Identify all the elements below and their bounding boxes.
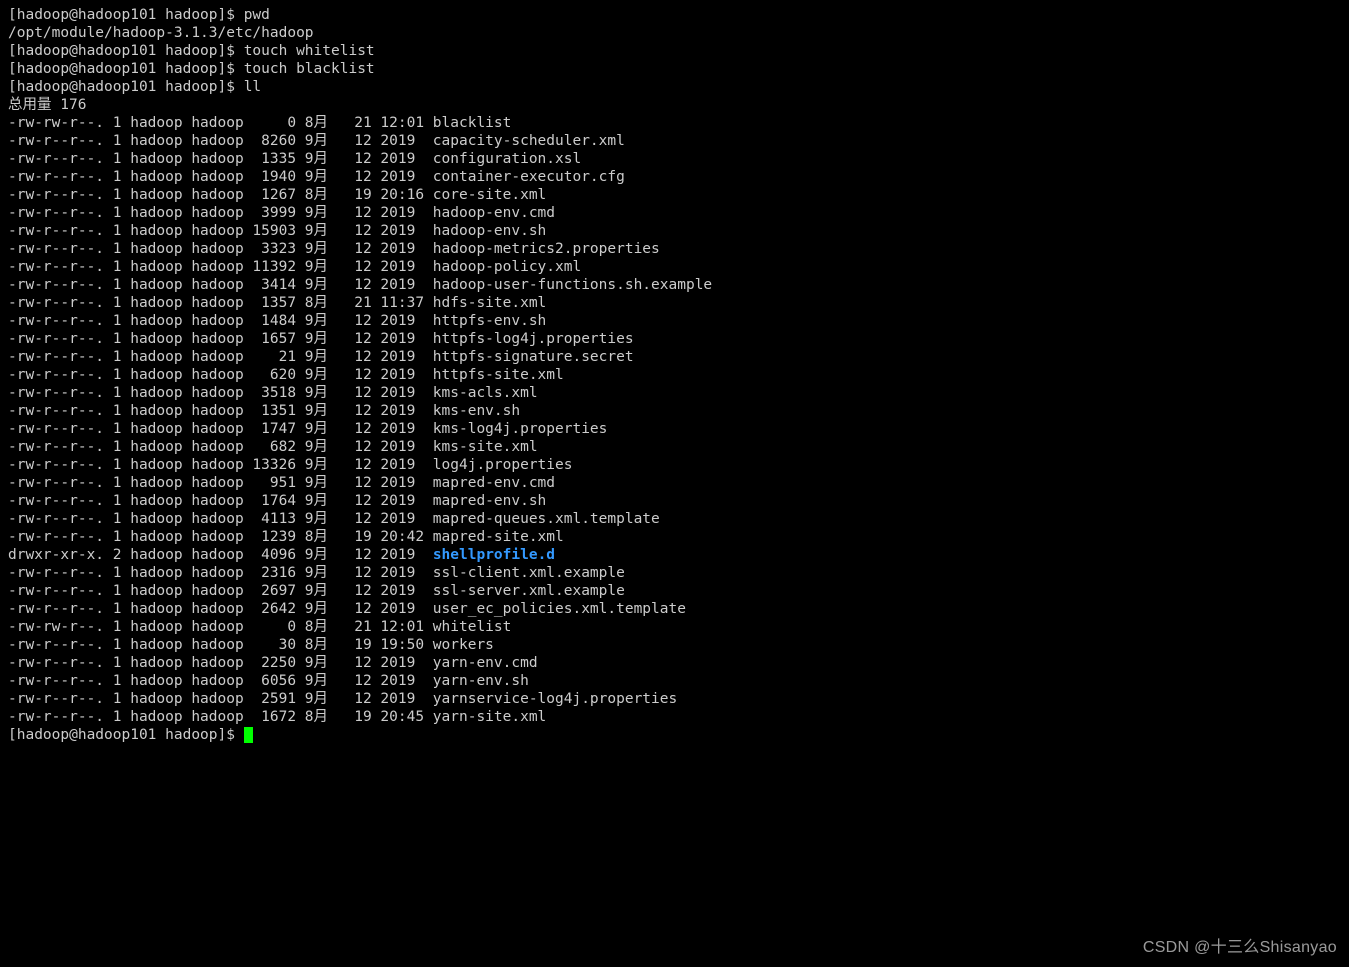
- terminal-line: -rw-r--r--. 1 hadoop hadoop 2591 9月 12 2…: [8, 690, 1341, 708]
- terminal-line: -rw-rw-r--. 1 hadoop hadoop 0 8月 21 12:0…: [8, 114, 1341, 132]
- terminal-line: [hadoop@hadoop101 hadoop]$ ll: [8, 78, 1341, 96]
- directory-name: shellprofile.d: [433, 547, 555, 563]
- terminal-line: -rw-r--r--. 1 hadoop hadoop 1657 9月 12 2…: [8, 330, 1341, 348]
- watermark: CSDN @十三么Shisanyao: [1143, 933, 1337, 957]
- terminal-line: -rw-r--r--. 1 hadoop hadoop 1484 9月 12 2…: [8, 312, 1341, 330]
- terminal-line: -rw-r--r--. 1 hadoop hadoop 1335 9月 12 2…: [8, 150, 1341, 168]
- terminal-line: -rw-r--r--. 1 hadoop hadoop 1747 9月 12 2…: [8, 420, 1341, 438]
- terminal-line: -rw-r--r--. 1 hadoop hadoop 13326 9月 12 …: [8, 456, 1341, 474]
- terminal-line: -rw-r--r--. 1 hadoop hadoop 3518 9月 12 2…: [8, 384, 1341, 402]
- terminal-line: -rw-r--r--. 1 hadoop hadoop 1764 9月 12 2…: [8, 492, 1341, 510]
- terminal-line: -rw-r--r--. 1 hadoop hadoop 1940 9月 12 2…: [8, 168, 1341, 186]
- terminal-line: -rw-r--r--. 1 hadoop hadoop 951 9月 12 20…: [8, 474, 1341, 492]
- terminal-line: -rw-r--r--. 1 hadoop hadoop 21 9月 12 201…: [8, 348, 1341, 366]
- terminal[interactable]: [hadoop@hadoop101 hadoop]$ pwd/opt/modul…: [0, 0, 1349, 750]
- terminal-line: -rw-r--r--. 1 hadoop hadoop 6056 9月 12 2…: [8, 672, 1341, 690]
- cursor: [244, 727, 253, 743]
- terminal-line: 总用量 176: [8, 96, 1341, 114]
- terminal-line: -rw-r--r--. 1 hadoop hadoop 1672 8月 19 2…: [8, 708, 1341, 726]
- terminal-line: [hadoop@hadoop101 hadoop]$ pwd: [8, 6, 1341, 24]
- terminal-line: -rw-r--r--. 1 hadoop hadoop 3414 9月 12 2…: [8, 276, 1341, 294]
- terminal-line: drwxr-xr-x. 2 hadoop hadoop 4096 9月 12 2…: [8, 546, 1341, 564]
- terminal-line: -rw-r--r--. 1 hadoop hadoop 11392 9月 12 …: [8, 258, 1341, 276]
- terminal-line: -rw-r--r--. 1 hadoop hadoop 2316 9月 12 2…: [8, 564, 1341, 582]
- terminal-line: [hadoop@hadoop101 hadoop]$ touch whiteli…: [8, 42, 1341, 60]
- terminal-line: -rw-r--r--. 1 hadoop hadoop 1351 9月 12 2…: [8, 402, 1341, 420]
- terminal-line: -rw-r--r--. 1 hadoop hadoop 3323 9月 12 2…: [8, 240, 1341, 258]
- terminal-line: -rw-r--r--. 1 hadoop hadoop 4113 9月 12 2…: [8, 510, 1341, 528]
- terminal-line: -rw-r--r--. 1 hadoop hadoop 15903 9月 12 …: [8, 222, 1341, 240]
- terminal-line: -rw-r--r--. 1 hadoop hadoop 30 8月 19 19:…: [8, 636, 1341, 654]
- terminal-line: -rw-r--r--. 1 hadoop hadoop 2250 9月 12 2…: [8, 654, 1341, 672]
- terminal-line: -rw-r--r--. 1 hadoop hadoop 1267 8月 19 2…: [8, 186, 1341, 204]
- terminal-line: -rw-r--r--. 1 hadoop hadoop 620 9月 12 20…: [8, 366, 1341, 384]
- terminal-line: -rw-r--r--. 1 hadoop hadoop 8260 9月 12 2…: [8, 132, 1341, 150]
- terminal-line: -rw-r--r--. 1 hadoop hadoop 682 9月 12 20…: [8, 438, 1341, 456]
- terminal-line: /opt/module/hadoop-3.1.3/etc/hadoop: [8, 24, 1341, 42]
- terminal-prompt-line[interactable]: [hadoop@hadoop101 hadoop]$: [8, 726, 1341, 744]
- terminal-line: -rw-r--r--. 1 hadoop hadoop 3999 9月 12 2…: [8, 204, 1341, 222]
- terminal-line: -rw-r--r--. 1 hadoop hadoop 2697 9月 12 2…: [8, 582, 1341, 600]
- terminal-line: -rw-r--r--. 1 hadoop hadoop 1239 8月 19 2…: [8, 528, 1341, 546]
- terminal-line: [hadoop@hadoop101 hadoop]$ touch blackli…: [8, 60, 1341, 78]
- terminal-line: -rw-r--r--. 1 hadoop hadoop 2642 9月 12 2…: [8, 600, 1341, 618]
- terminal-line: -rw-r--r--. 1 hadoop hadoop 1357 8月 21 1…: [8, 294, 1341, 312]
- terminal-line: -rw-rw-r--. 1 hadoop hadoop 0 8月 21 12:0…: [8, 618, 1341, 636]
